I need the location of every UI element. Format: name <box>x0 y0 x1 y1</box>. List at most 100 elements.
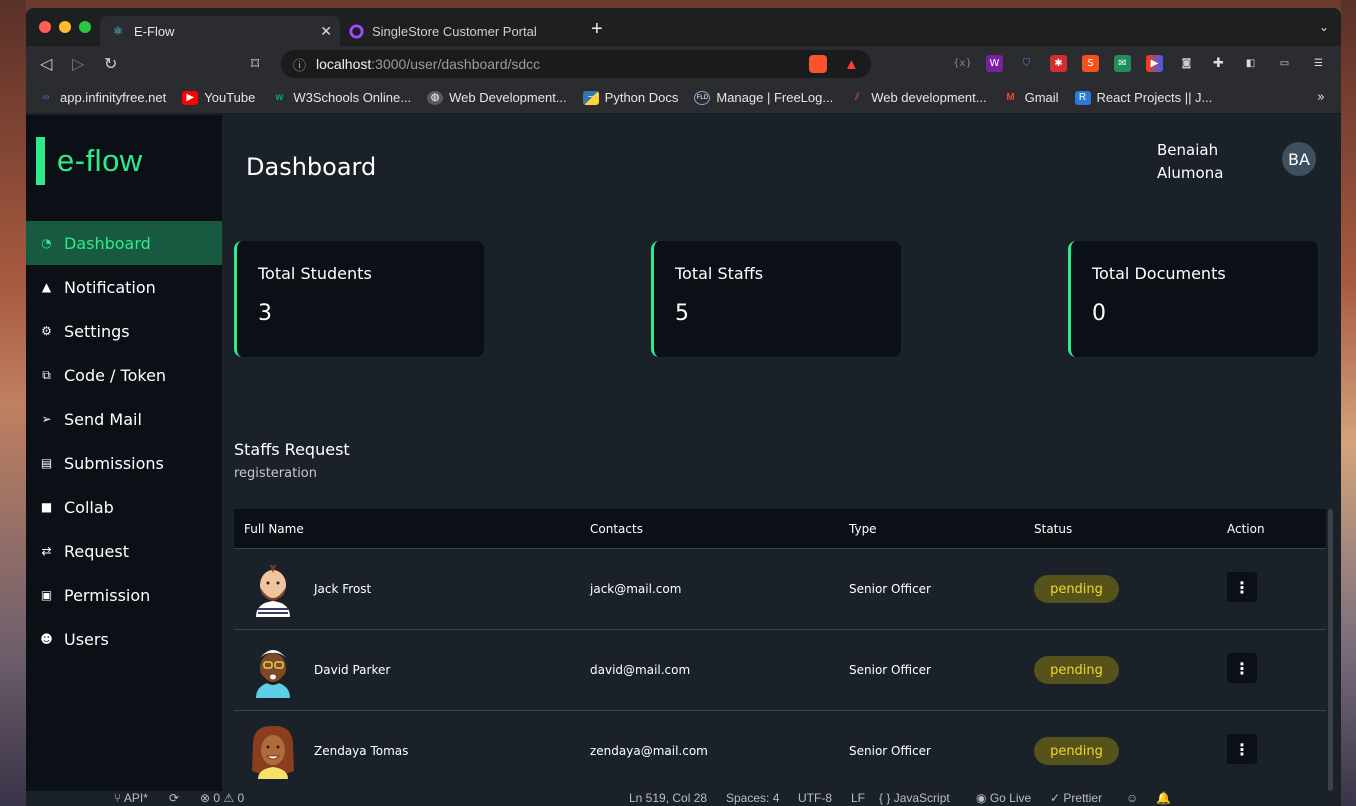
bookmark-gmail[interactable]: M Gmail <box>1003 90 1058 105</box>
problems-status[interactable]: ⊗ 0 ⚠ 0 <box>200 791 244 805</box>
scrollbar[interactable] <box>1328 509 1333 791</box>
column-header: Type <box>849 521 877 536</box>
sidebar-toggle-icon[interactable]: ◧ <box>1242 55 1259 72</box>
table-row: Zendaya Tomas zendaya@mail.com Senior Of… <box>234 711 1326 792</box>
forward-icon[interactable]: ▷ <box>72 54 84 73</box>
golive-status[interactable]: ◉ Go Live <box>976 791 1031 805</box>
prettier-status[interactable]: ✓ Prettier <box>1050 791 1102 805</box>
users-icon: ☻ <box>40 632 53 646</box>
cursor-position[interactable]: Ln 519, Col 28 <box>629 791 707 805</box>
eflow-app: e-flow ◔ Dashboard ▲ Notification ⚙ Sett… <box>26 115 1341 792</box>
back-icon[interactable]: ◁ <box>40 54 52 73</box>
sidebar-item-settings[interactable]: ⚙ Settings <box>26 309 222 353</box>
mdn-icon: ⫽ <box>854 92 860 103</box>
section-title: Staffs Request <box>234 440 350 459</box>
dashboard-icon: ◔ <box>41 236 52 250</box>
tab-eflow[interactable]: ⚛ E-Flow ✕ <box>100 16 340 46</box>
staff-name: Zendaya Tomas <box>314 744 409 758</box>
language-status[interactable]: { } JavaScript <box>879 791 950 805</box>
bookmark-react-projects[interactable]: R React Projects || J... <box>1074 90 1212 105</box>
avatar[interactable]: BA <box>1282 142 1316 176</box>
reload-icon[interactable]: ↻ <box>104 54 117 73</box>
stat-card-students: Total Students 3 <box>234 241 484 357</box>
url-path: :3000/user/dashboard/sdcc <box>371 56 541 72</box>
more-bookmarks-icon[interactable]: » <box>1317 90 1325 105</box>
url-bar[interactable]: ⓘ localhost :3000/user/dashboard/sdcc ▲ <box>281 50 871 78</box>
user-last-name: Alumona <box>1157 164 1224 182</box>
sidebar-item-permission[interactable]: ▣ Permission <box>26 573 222 617</box>
extension-shield-icon[interactable]: ⛉ <box>1018 55 1035 72</box>
staff-name: David Parker <box>314 663 391 677</box>
sidebar-item-code-token[interactable]: ⧉ Code / Token <box>26 353 222 397</box>
bookmark-w3schools[interactable]: w W3Schools Online... <box>271 90 411 105</box>
close-tab-icon[interactable]: ✕ <box>320 23 332 40</box>
sidebar-item-request[interactable]: ⇄ Request <box>26 529 222 573</box>
extension-json-icon[interactable]: {x} <box>953 55 972 72</box>
bookmarks-bar: ∞ app.infinityfree.net ▶ YouTube w W3Sch… <box>26 82 1341 114</box>
python-icon: ~ <box>582 90 599 105</box>
sync-icon[interactable]: ⟳ <box>169 791 179 805</box>
site-info-icon[interactable]: ⓘ <box>293 55 306 74</box>
bookmark-infinityfree[interactable]: ∞ app.infinityfree.net <box>38 90 166 105</box>
menu-icon[interactable]: ☰ <box>1310 55 1327 72</box>
main-content: Dashboard Benaiah Alumona BA Total Stude… <box>222 115 1341 792</box>
sidebar-item-dashboard[interactable]: ◔ Dashboard <box>26 221 222 265</box>
sidebar-item-send-mail[interactable]: ➢ Send Mail <box>26 397 222 441</box>
logo-text: e-flow <box>57 143 143 178</box>
user-first-name: Benaiah <box>1157 141 1219 159</box>
maximize-window-button[interactable] <box>79 21 91 33</box>
sidebar-item-label: Settings <box>64 321 130 341</box>
encoding-status[interactable]: UTF-8 <box>798 791 832 805</box>
column-header: Action <box>1227 521 1265 536</box>
send-icon: ➢ <box>41 412 52 426</box>
sidebar-item-notification[interactable]: ▲ Notification <box>26 265 222 309</box>
column-header: Full Name <box>244 521 304 536</box>
camera-icon[interactable]: ◙ <box>1178 55 1195 72</box>
sidebar-item-label: Permission <box>64 585 151 605</box>
bookmark-web-development[interactable]: ◍ Web Development... <box>427 90 567 105</box>
bookmark-freelogo[interactable]: FLD Manage | FreeLog... <box>694 90 833 105</box>
bookmark-youtube[interactable]: ▶ YouTube <box>182 90 255 105</box>
w3schools-icon: w <box>275 92 284 103</box>
stat-label: Total Staffs <box>675 264 764 283</box>
staff-name: Jack Frost <box>314 582 372 596</box>
minimize-window-button[interactable] <box>59 21 71 33</box>
extension-s-icon[interactable]: S <box>1082 55 1099 72</box>
logo[interactable]: e-flow <box>36 137 143 185</box>
extension-mail-icon[interactable]: ✉ <box>1114 55 1131 72</box>
new-tab-button[interactable]: + <box>591 18 603 41</box>
branch-status[interactable]: ⑂ API* <box>114 791 148 805</box>
chevron-down-icon[interactable]: ⌄ <box>1319 20 1329 34</box>
gear-icon: ⚙ <box>41 324 52 338</box>
bookmark-icon[interactable]: ⌑ <box>251 54 259 73</box>
sidebar-item-submissions[interactable]: ▤ Submissions <box>26 441 222 485</box>
close-window-button[interactable] <box>39 21 51 33</box>
user-name: Benaiah Alumona <box>1157 139 1257 185</box>
bookmark-python-docs[interactable]: ~ Python Docs <box>582 90 678 105</box>
brave-rewards-icon[interactable]: ▲ <box>844 56 859 73</box>
puzzle-icon[interactable]: ✚ <box>1210 55 1227 72</box>
extension-bug-icon[interactable]: ✱ <box>1050 55 1067 72</box>
more-actions-button[interactable]: ⋮ <box>1227 572 1257 602</box>
sidebar-item-users[interactable]: ☻ Users <box>26 617 222 661</box>
bookmark-mdn[interactable]: ⫽ Web development... <box>849 90 987 105</box>
extension-play-icon[interactable]: ▶ <box>1146 55 1163 72</box>
eol-status[interactable]: LF <box>851 791 865 805</box>
more-actions-button[interactable]: ⋮ <box>1227 653 1257 683</box>
stat-label: Total Students <box>258 264 372 283</box>
wallet-icon[interactable]: ▭ <box>1276 55 1293 72</box>
tab-singlestore[interactable]: SingleStore Customer Portal <box>342 16 577 46</box>
notification-bell-icon[interactable]: 🔔 <box>1156 791 1171 805</box>
sidebar-item-collab[interactable]: ■ Collab <box>26 485 222 529</box>
infinityfree-icon: ∞ <box>42 92 50 103</box>
singlestore-icon <box>348 23 364 39</box>
brave-shield-icon[interactable] <box>809 55 827 73</box>
sidebar-item-label: Code / Token <box>64 365 167 385</box>
extension-wf-icon[interactable]: W <box>986 55 1003 72</box>
avatar <box>256 650 290 698</box>
staff-contact: jack@mail.com <box>590 582 682 596</box>
indentation-status[interactable]: Spaces: 4 <box>726 791 779 805</box>
more-actions-button[interactable]: ⋮ <box>1227 734 1257 764</box>
stat-value: 5 <box>675 301 689 326</box>
feedback-icon[interactable]: ☺ <box>1126 791 1138 805</box>
